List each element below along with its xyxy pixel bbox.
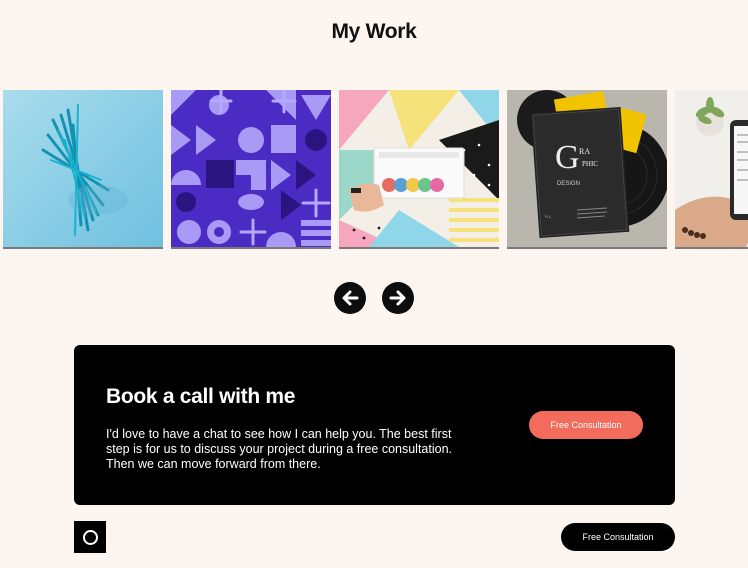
gallery-image-design-book[interactable]: G RA PHIC DESIGN R.L.	[507, 90, 667, 249]
gallery-image-purple-pattern[interactable]	[171, 90, 331, 249]
free-consultation-button[interactable]: Free Consultation	[529, 411, 643, 439]
booking-card-description: I'd love to have a chat to see how I can…	[106, 427, 453, 471]
gallery-image-colorful-shapes[interactable]	[339, 90, 499, 249]
carousel-next-button[interactable]	[382, 282, 414, 314]
gallery-image-phone-plant[interactable]	[675, 90, 748, 249]
svg-text:DESIGN: DESIGN	[557, 181, 580, 187]
svg-text:R.L.: R.L.	[545, 214, 552, 219]
booking-card-heading: Book a call with me	[106, 385, 296, 408]
circle-logo-icon	[82, 529, 98, 545]
svg-text:G: G	[555, 139, 580, 176]
arrow-left-icon	[342, 290, 359, 306]
gallery-image-teal-sculpture[interactable]	[3, 90, 163, 249]
carousel-prev-button[interactable]	[334, 282, 366, 314]
footer-free-consultation-button[interactable]: Free Consultation	[561, 523, 675, 551]
svg-text:PHIC: PHIC	[582, 160, 598, 168]
work-gallery: G RA PHIC DESIGN R.L.	[3, 90, 748, 250]
site-logo[interactable]	[74, 521, 106, 553]
booking-card: Book a call with me I'd love to have a c…	[74, 345, 675, 505]
section-title: My Work	[331, 20, 417, 43]
arrow-right-icon	[389, 290, 406, 306]
svg-text:RA: RA	[579, 147, 590, 156]
